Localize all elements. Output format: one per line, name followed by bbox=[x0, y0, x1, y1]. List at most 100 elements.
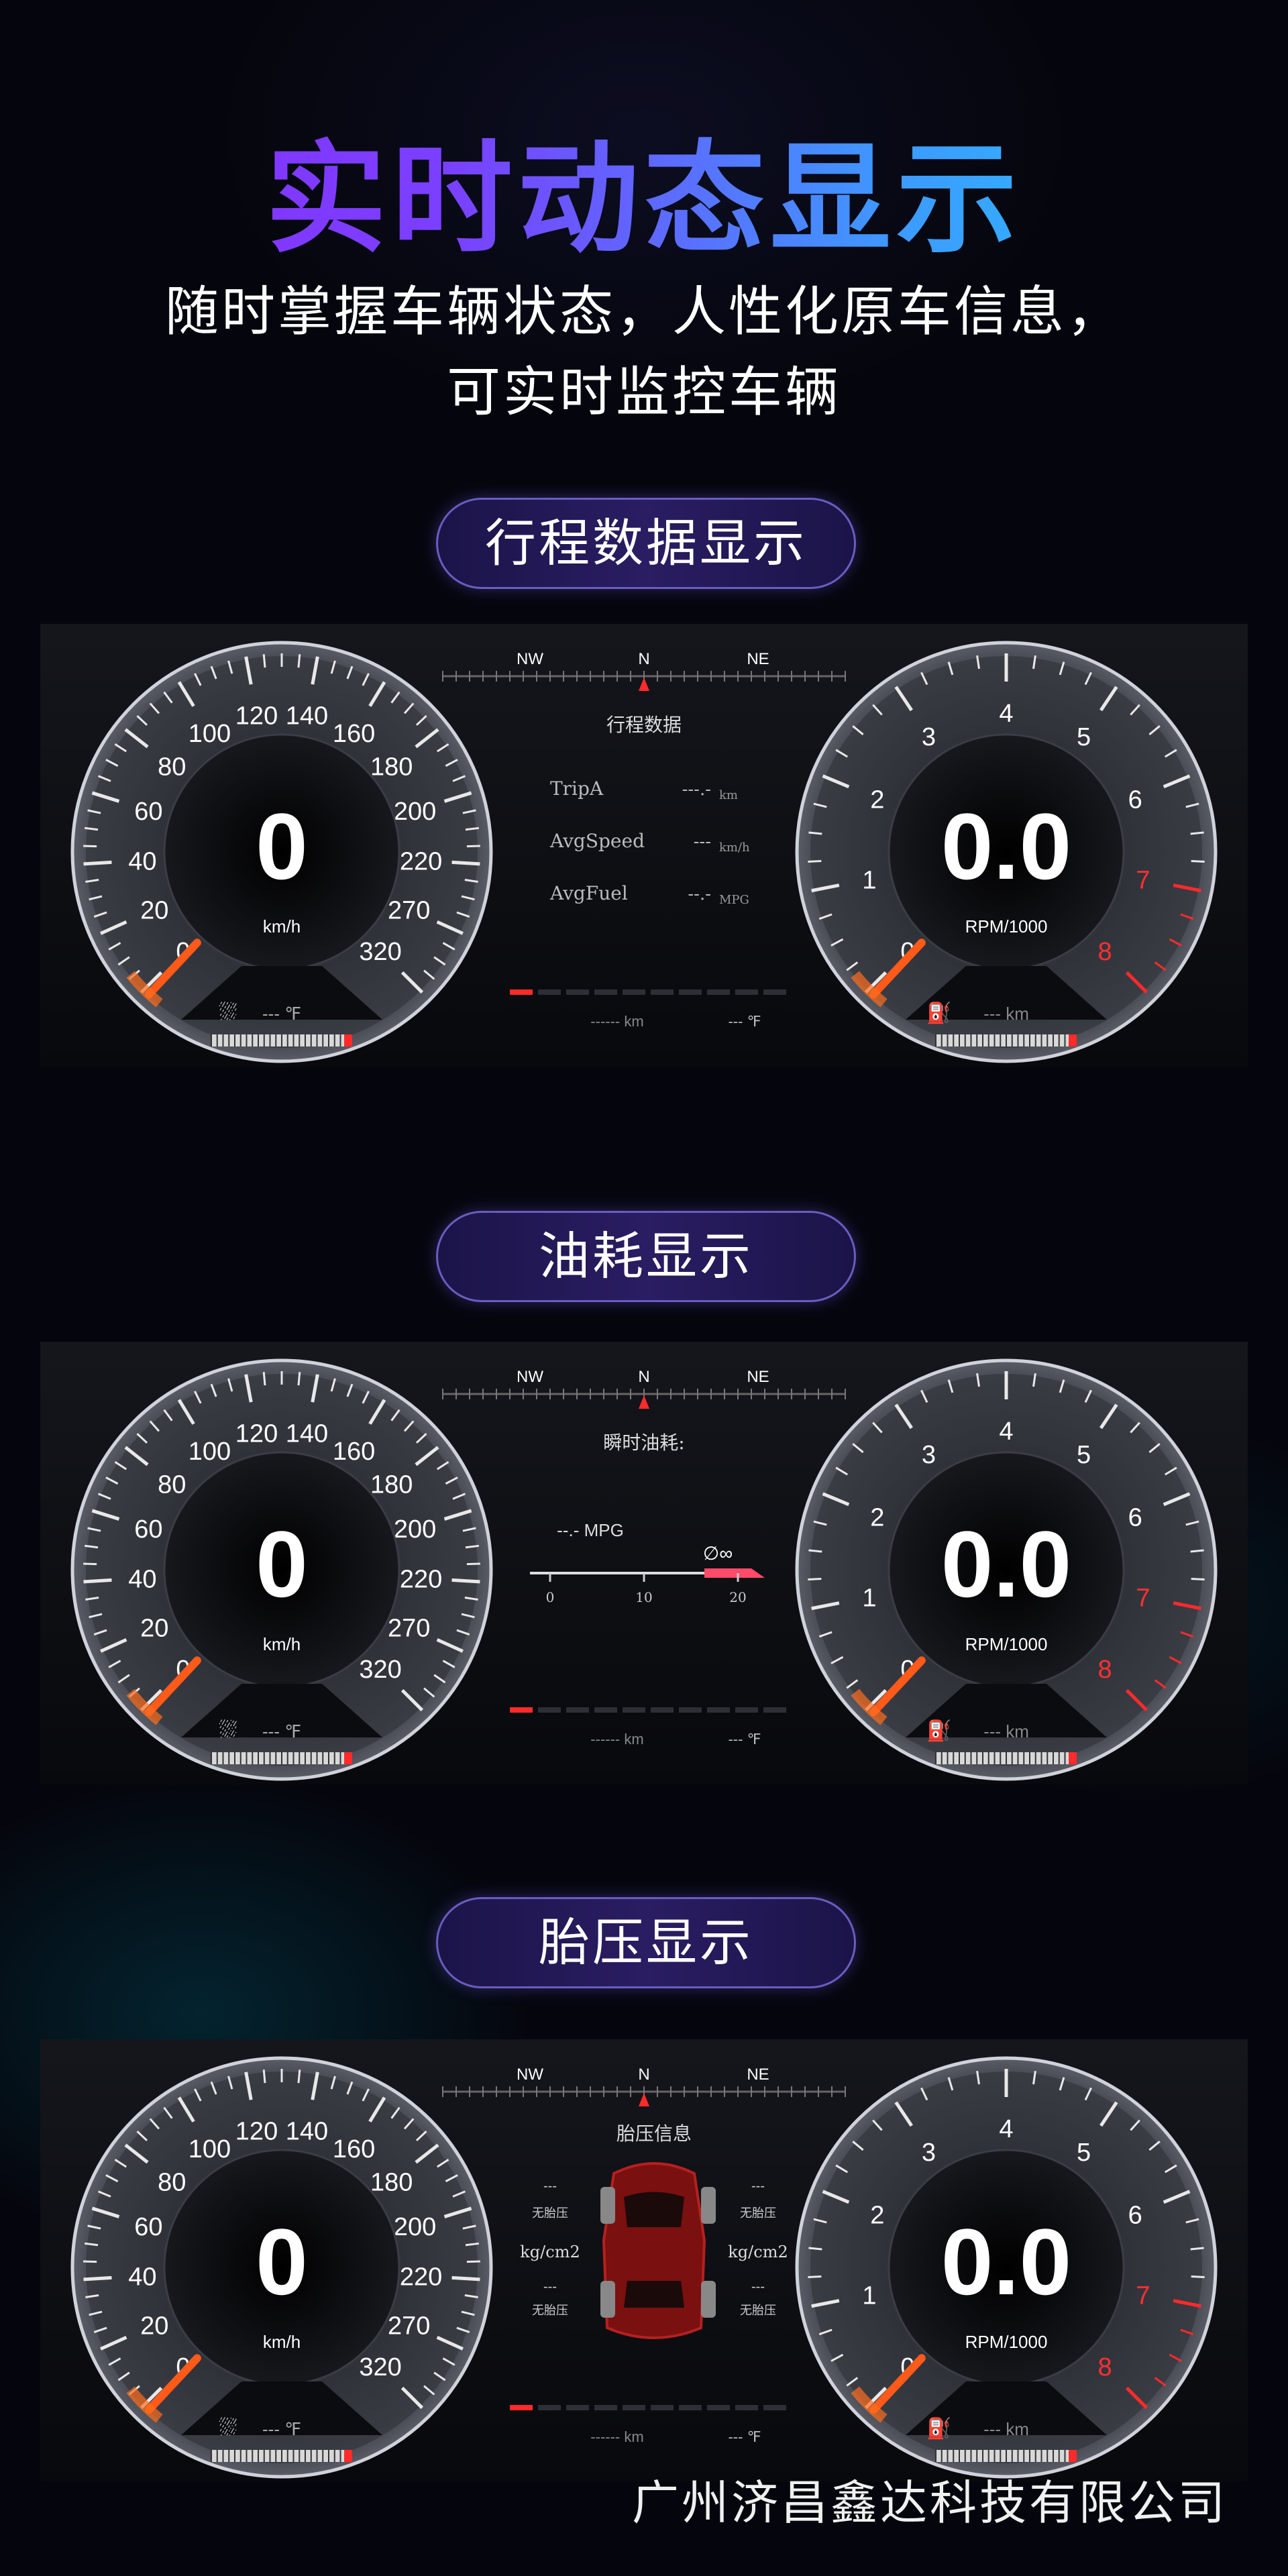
rpm-tick-label: 5 bbox=[1077, 2139, 1091, 2167]
speed-tick-label: 80 bbox=[158, 2169, 186, 2197]
speed-tick-label: 40 bbox=[128, 1566, 156, 1594]
speed-tick-label: 220 bbox=[400, 1566, 442, 1594]
fuel-icon: ⛽ bbox=[926, 1719, 951, 1742]
speed-tick-label: 200 bbox=[394, 2213, 436, 2241]
speed-tick-label: 80 bbox=[158, 753, 186, 782]
rpm-tick bbox=[1190, 2247, 1204, 2251]
compass-n: N bbox=[638, 2065, 649, 2084]
coolant-temp-value: --- ℉ bbox=[262, 2419, 301, 2439]
speed-unit: km/h bbox=[263, 916, 301, 936]
fuel-level-bar-red-end bbox=[1069, 1034, 1077, 1046]
odometer: ------ km bbox=[590, 1731, 643, 1748]
coolant-temp-icon: ⛆ bbox=[219, 2415, 237, 2440]
speed-tick-label: 80 bbox=[158, 1471, 186, 1499]
speed-tick-label: 100 bbox=[189, 720, 231, 748]
dashboard-svg: NWNNE02040608010012014016018020022027032… bbox=[40, 1342, 1248, 1784]
speed-tick-label: 20 bbox=[140, 2312, 168, 2340]
speed-tick-label: 120 bbox=[235, 702, 278, 730]
gear-segment bbox=[763, 989, 786, 995]
coolant-temp-bar bbox=[211, 1752, 352, 1764]
rpm-tick-label: 4 bbox=[999, 2115, 1013, 2143]
gear-segment bbox=[623, 2405, 645, 2410]
rpm-tick-label: 3 bbox=[922, 1441, 936, 1469]
gear-segment bbox=[707, 1707, 730, 1713]
dashboard-svg: NWNNE02040608010012014016018020022027032… bbox=[40, 2039, 1248, 2482]
gear-segment bbox=[735, 989, 758, 995]
speed-tick bbox=[83, 860, 112, 866]
speed-tick bbox=[83, 1578, 112, 1584]
rpm-tick-label: 1 bbox=[862, 2282, 876, 2310]
tire-fl-value: --- bbox=[543, 2179, 557, 2194]
speed-tick-label: 180 bbox=[370, 2169, 413, 2197]
trip-row-value: --.- bbox=[688, 884, 711, 904]
speed-tick-label: 60 bbox=[134, 2213, 162, 2241]
car-windshield bbox=[624, 2192, 684, 2227]
gear-segment bbox=[623, 989, 645, 995]
speed-tick bbox=[262, 1372, 266, 1386]
speed-unit: km/h bbox=[263, 1634, 301, 1654]
gear-segment bbox=[651, 1707, 674, 1713]
subtitle-line-2: 可实时监控车辆 bbox=[447, 361, 841, 423]
tire-icon bbox=[701, 2187, 716, 2224]
fuel-level-bar bbox=[935, 1034, 1077, 1046]
rpm-tick-label: 8 bbox=[1098, 2353, 1112, 2381]
speed-tick bbox=[262, 654, 266, 668]
speed-tick-label: 270 bbox=[388, 896, 430, 924]
fuel-mpg-value: --.- MPG bbox=[557, 1520, 624, 1540]
trip-row-unit: km bbox=[719, 788, 738, 802]
rpm-tick-label: 6 bbox=[1128, 1503, 1142, 1532]
rpm-tick bbox=[1190, 831, 1204, 835]
compass-nw: NW bbox=[517, 1368, 543, 1386]
rpm-value: 0.0 bbox=[941, 2209, 1072, 2314]
gear-segment bbox=[594, 2405, 617, 2410]
page-title: 实时动态显示 bbox=[0, 101, 1288, 276]
car-top-view bbox=[602, 2162, 706, 2339]
gear-segment bbox=[679, 989, 702, 995]
trip-row-unit: MPG bbox=[719, 893, 749, 907]
compass-ne: NE bbox=[747, 1368, 769, 1386]
speed-tick bbox=[262, 2070, 266, 2084]
speed-value: 0 bbox=[256, 1511, 308, 1617]
speed-tick-label: 20 bbox=[140, 896, 168, 924]
tire-unit-right: kg/cm2 bbox=[728, 2243, 788, 2261]
rpm-unit: RPM/1000 bbox=[965, 916, 1048, 936]
car-rear-window bbox=[624, 2281, 684, 2308]
gear-segment bbox=[510, 2405, 533, 2410]
coolant-temp-bar-red-end bbox=[344, 1752, 352, 1764]
speed-gauge: 0204060801001201401601802002202703200km/… bbox=[70, 1358, 493, 1781]
section-pill-fuel: 油耗显示 bbox=[436, 1211, 856, 1302]
rpm-tick-label: 1 bbox=[862, 1585, 876, 1613]
speed-tick-label: 160 bbox=[333, 720, 375, 748]
speed-tick-label: 40 bbox=[128, 848, 156, 876]
coolant-temp-bar-red-end bbox=[344, 2450, 352, 2462]
rpm-tick-label: 2 bbox=[870, 2201, 884, 2229]
speed-tick-label: 180 bbox=[370, 753, 413, 782]
rpm-tick bbox=[808, 1549, 822, 1553]
gear-segment bbox=[707, 2405, 730, 2410]
rpm-gauge: 0123456780.0RPM/1000 bbox=[795, 2056, 1218, 2479]
coolant-temp-value: --- ℉ bbox=[262, 1721, 301, 1741]
gear-segment bbox=[679, 1707, 702, 1713]
rpm-unit: RPM/1000 bbox=[965, 2332, 1048, 2352]
speed-value: 0 bbox=[256, 794, 308, 899]
trip-row-label: TripA bbox=[550, 777, 604, 800]
fuel-scale-label: 20 bbox=[729, 1589, 746, 1605]
section-pill-trip: 行程数据显示 bbox=[436, 498, 856, 589]
fuel-infinity: ∅∞ bbox=[703, 1543, 733, 1564]
trip-title: 行程数据 bbox=[606, 714, 682, 736]
fuel-scale-label: 0 bbox=[546, 1589, 555, 1605]
tire-rl-status: 无胎压 bbox=[532, 2304, 568, 2317]
speed-tick-label: 100 bbox=[189, 2135, 231, 2163]
fuel-range-value: --- km bbox=[983, 1004, 1029, 1024]
rpm-tick bbox=[808, 831, 822, 835]
dashboard-fuel: NWNNE02040608010012014016018020022027032… bbox=[40, 1342, 1248, 1784]
trip-row-label: AvgFuel bbox=[549, 882, 628, 904]
speed-tick-label: 120 bbox=[235, 1419, 278, 1448]
rpm-tick-label: 7 bbox=[1136, 867, 1150, 895]
speed-tick-label: 180 bbox=[370, 1471, 413, 1499]
gear-segment bbox=[735, 2405, 758, 2410]
tire-icon bbox=[600, 2281, 615, 2318]
speed-tick-label: 140 bbox=[286, 2117, 328, 2145]
rpm-tick bbox=[1191, 1578, 1205, 1581]
tire-icon bbox=[701, 2281, 716, 2318]
